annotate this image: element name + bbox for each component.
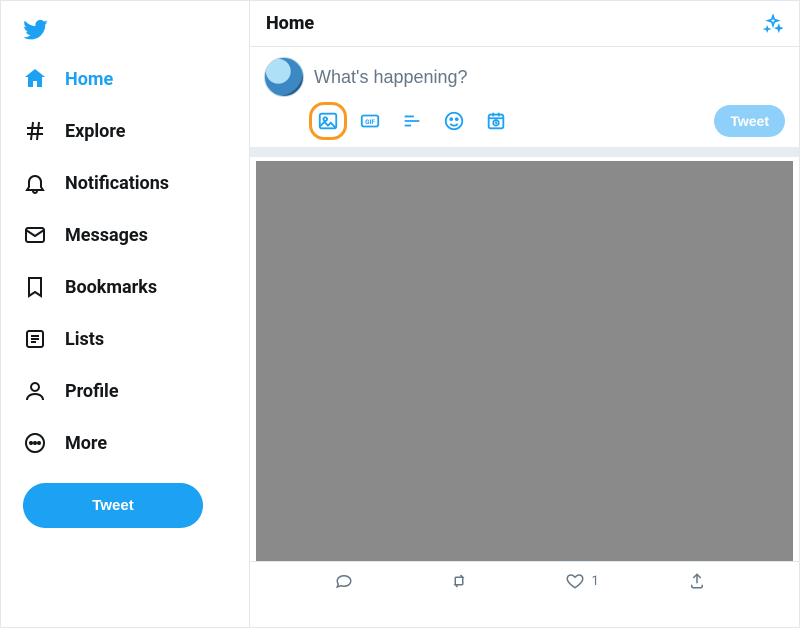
hashtag-icon [23, 119, 47, 143]
avatar[interactable] [264, 57, 304, 97]
profile-icon [23, 379, 47, 403]
compose-box: GIF Tweet [250, 47, 799, 157]
sidebar-item-more[interactable]: More [13, 419, 237, 467]
bookmark-icon [23, 275, 47, 299]
compose-tweet-button[interactable]: Tweet [714, 105, 785, 137]
sparkle-icon[interactable] [763, 14, 783, 34]
like-count: 1 [592, 574, 599, 589]
sidebar-item-profile[interactable]: Profile [13, 367, 237, 415]
poll-icon[interactable] [398, 107, 426, 135]
compose-input[interactable] [314, 59, 785, 96]
page-title: Home [266, 13, 314, 34]
sidebar-item-label: Home [65, 69, 113, 90]
sidebar-item-label: Messages [65, 225, 148, 246]
media-icon[interactable] [314, 107, 342, 135]
sidebar-item-notifications[interactable]: Notifications [13, 159, 237, 207]
sidebar-item-label: More [65, 433, 107, 454]
feed: 1 [250, 157, 799, 600]
main-header: Home [250, 1, 799, 47]
sidebar-item-label: Lists [65, 329, 104, 350]
list-icon [23, 327, 47, 351]
sidebar-item-home[interactable]: Home [13, 55, 237, 103]
main-column: Home GIF [249, 1, 799, 627]
bell-icon [23, 171, 47, 195]
envelope-icon [23, 223, 47, 247]
sidebar-tweet-button[interactable]: Tweet [23, 483, 203, 528]
sidebar-item-lists[interactable]: Lists [13, 315, 237, 363]
sidebar: Home Explore Notifications Messages Book [1, 1, 249, 627]
sidebar-item-explore[interactable]: Explore [13, 107, 237, 155]
twitter-logo[interactable] [13, 9, 237, 51]
sidebar-item-label: Explore [65, 121, 125, 142]
retweet-button[interactable] [450, 572, 476, 590]
sidebar-item-label: Profile [65, 381, 119, 402]
emoji-icon[interactable] [440, 107, 468, 135]
sidebar-item-messages[interactable]: Messages [13, 211, 237, 259]
svg-text:GIF: GIF [365, 118, 375, 126]
sidebar-item-label: Notifications [65, 173, 169, 194]
sidebar-item-bookmarks[interactable]: Bookmarks [13, 263, 237, 311]
more-icon [23, 431, 47, 455]
post-image[interactable] [256, 161, 793, 561]
compose-toolbar: GIF [314, 107, 510, 135]
gif-icon[interactable]: GIF [356, 107, 384, 135]
share-button[interactable] [688, 572, 714, 590]
reply-button[interactable] [335, 572, 361, 590]
sidebar-item-label: Bookmarks [65, 277, 157, 298]
like-button[interactable]: 1 [566, 572, 599, 590]
schedule-icon[interactable] [482, 107, 510, 135]
home-icon [23, 67, 47, 91]
post-actions: 1 [250, 561, 799, 600]
